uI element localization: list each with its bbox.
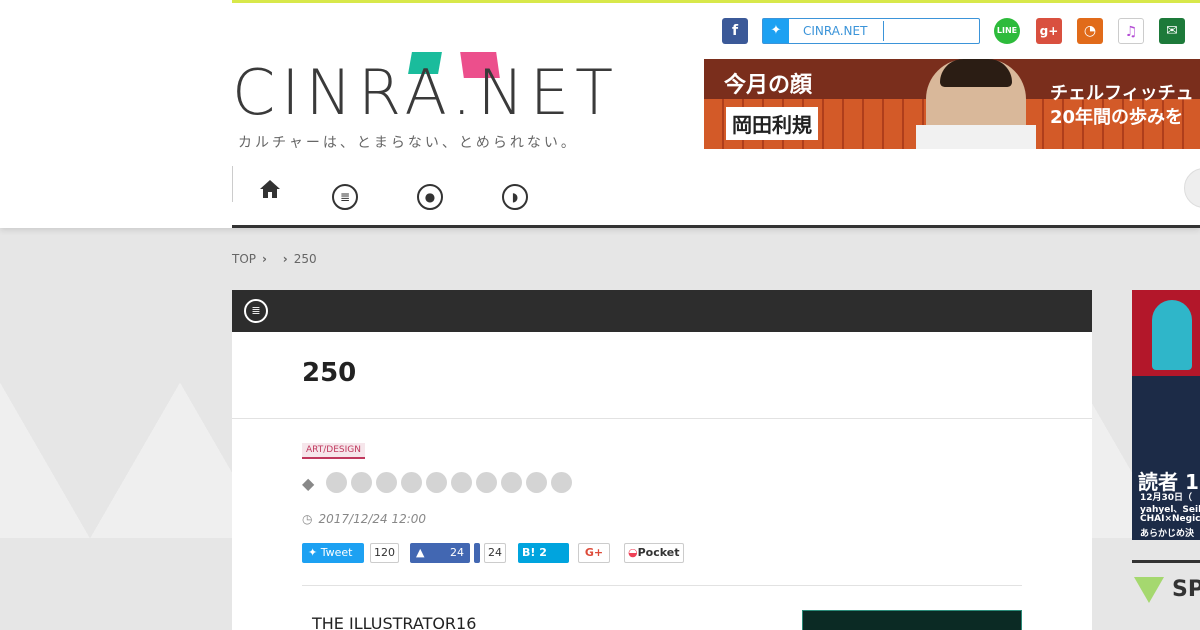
news-icon: ≣ xyxy=(332,184,358,210)
category-badge[interactable]: ART/DESIGN xyxy=(302,443,365,459)
clock-icon: ◷ xyxy=(302,512,313,526)
tag-item[interactable] xyxy=(526,472,547,493)
google-plus-button[interactable]: G+ xyxy=(578,543,610,563)
tweet-count: 120 xyxy=(370,543,399,563)
tag-item[interactable] xyxy=(326,472,347,493)
twitter-icon: ✦ xyxy=(763,19,789,43)
breadcrumb-top[interactable]: TOP xyxy=(232,252,256,266)
facebook-icon[interactable]: f xyxy=(722,18,748,44)
breadcrumb-current: 250 xyxy=(293,252,317,266)
article-date: ◷ 2017/12/24 12:00 xyxy=(302,512,426,526)
site-logo[interactable]: CINRA.NET カルチャーは、とまらない、とめられない。 xyxy=(232,52,642,152)
tag-item[interactable] xyxy=(426,472,447,493)
article-thumbnail[interactable] xyxy=(802,610,1022,630)
nav-divider xyxy=(232,166,233,202)
chevron-right-icon: › xyxy=(262,252,267,266)
nav-interview[interactable]: ◗ xyxy=(502,184,530,212)
interview-icon: ◗ xyxy=(502,184,528,210)
mail-icon[interactable]: ✉ xyxy=(1159,18,1185,44)
nav-news[interactable]: ≣ xyxy=(332,184,360,212)
chevron-right-icon: › xyxy=(282,252,288,266)
article-card-header: ≣ xyxy=(232,290,1092,332)
accent-line xyxy=(232,0,1200,3)
portrait-hair xyxy=(940,59,1012,87)
portrait-shirt xyxy=(916,125,1036,149)
tag-item[interactable] xyxy=(476,472,497,493)
banner-line1: チェルフィッチュ xyxy=(1050,83,1194,104)
hatena-bookmark-button[interactable]: B! 2 xyxy=(518,543,569,563)
banner-heading: 今月の顔 xyxy=(724,73,813,98)
divider xyxy=(883,21,884,41)
ad-figure xyxy=(1152,300,1192,370)
site-tagline: カルチャーは、とまらない、とめられない。 xyxy=(238,135,578,151)
tag-item[interactable] xyxy=(451,472,472,493)
like-count: 24 xyxy=(450,546,464,559)
article-lead: THE ILLUSTRATOR16 xyxy=(312,614,477,630)
pocket-button[interactable]: ◒Pocket xyxy=(624,543,684,563)
site-header: CINRA.NET カルチャーは、とまらない、とめられない。 f ✦ CINRA… xyxy=(0,0,1200,228)
logo-text: CINRA.NET xyxy=(232,56,619,129)
banner-portrait xyxy=(916,59,1036,149)
main-nav: ≣ ● ◗ xyxy=(232,166,1200,228)
people-icon: ● xyxy=(417,184,443,210)
banner-name: 岡田利規 xyxy=(726,107,818,140)
header-banner[interactable]: 今月の顔 岡田利規 チェルフィッチュ 20年間の歩みを xyxy=(704,59,1200,149)
triangle-logo-icon xyxy=(1134,577,1164,603)
tweet-label: Tweet xyxy=(320,546,353,559)
tag-icon: ◆ xyxy=(302,474,315,493)
twitter-icon: ✦ xyxy=(308,546,321,559)
twitter-follow-label: CINRA.NET xyxy=(803,24,868,38)
divider xyxy=(232,418,1092,419)
search-button[interactable] xyxy=(1184,168,1200,208)
breadcrumb: TOP › › 250 xyxy=(232,252,323,266)
line-icon[interactable]: LINE xyxy=(994,18,1020,44)
article-title: 250 xyxy=(302,358,357,388)
twitter-follow-button[interactable]: ✦ CINRA.NET xyxy=(762,18,980,44)
tag-item[interactable] xyxy=(376,472,397,493)
nav-home[interactable] xyxy=(258,178,286,206)
tag-item[interactable] xyxy=(501,472,522,493)
rss-icon[interactable]: ◔ xyxy=(1077,18,1103,44)
pocket-label: Pocket xyxy=(637,546,680,559)
divider xyxy=(302,585,1022,586)
facebook-share-button[interactable] xyxy=(474,543,480,563)
article-date-text: 2017/12/24 12:00 xyxy=(318,512,427,526)
ad-line3: CHAI×Negic xyxy=(1140,514,1200,524)
nav-people[interactable]: ● xyxy=(417,184,445,212)
tag-item[interactable] xyxy=(351,472,372,493)
banner-line2: 20年間の歩みを xyxy=(1050,107,1184,128)
tweet-button[interactable]: ✦ Tweet xyxy=(302,543,364,563)
share-count: 24 xyxy=(484,543,506,563)
sidebar-ad[interactable]: 読者 1 12月30日（ yahyel、Seih CHAI×Negic あらかじ… xyxy=(1132,290,1200,540)
tag-item[interactable] xyxy=(401,472,422,493)
ad-line4: あらかじめ決 xyxy=(1140,529,1195,539)
news-icon: ≣ xyxy=(244,299,268,323)
thumbs-up-icon: ▲ xyxy=(416,546,425,559)
google-plus-icon[interactable]: g+ xyxy=(1036,18,1062,44)
tag-item[interactable] xyxy=(551,472,572,493)
home-icon xyxy=(260,180,280,198)
sidebar-section-label: SP xyxy=(1172,577,1200,602)
facebook-like-button[interactable]: ▲ 24 xyxy=(410,543,470,563)
sidebar-section-header: SP xyxy=(1132,560,1200,610)
article-card: ≣ 250 ART/DESIGN ◆ ◷ 2017/12/24 12:00 ✦ T… xyxy=(232,290,1092,630)
itunes-icon[interactable]: ♫ xyxy=(1118,18,1144,44)
pocket-icon: ◒ xyxy=(628,546,638,559)
